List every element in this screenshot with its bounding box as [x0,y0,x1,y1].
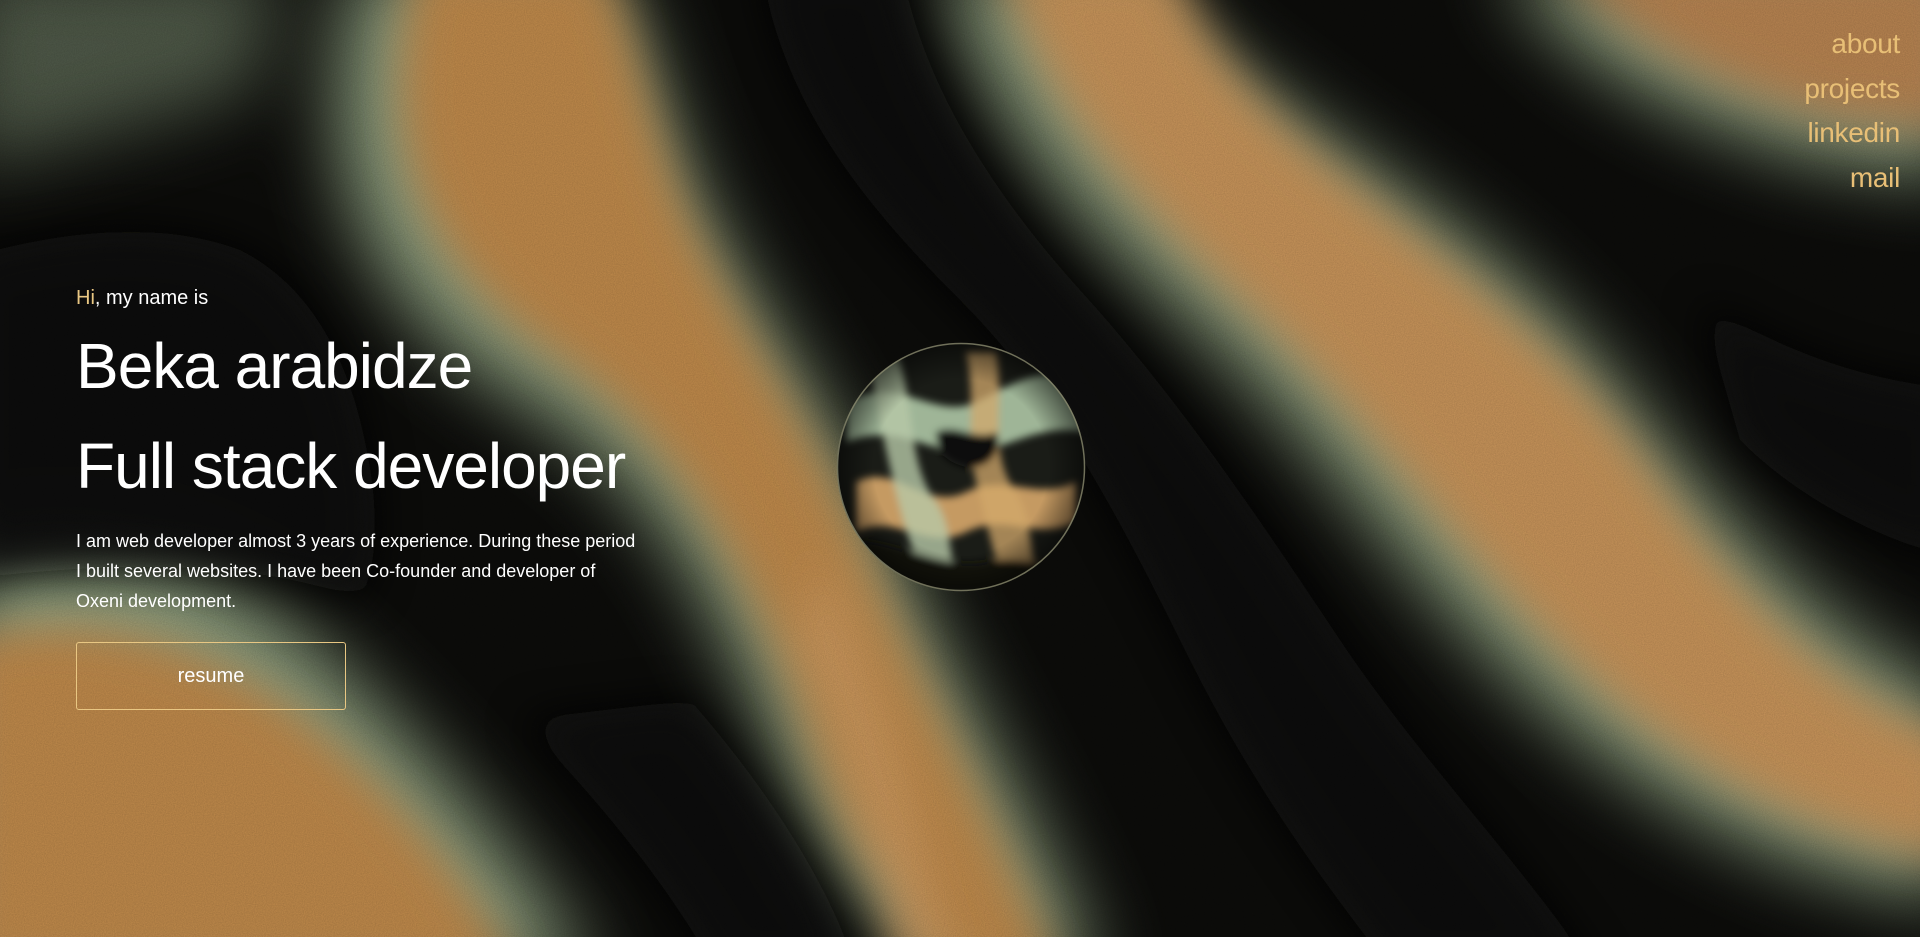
nav-mail-link[interactable]: mail [1804,156,1900,201]
greeting: Hi, my name is [76,280,726,316]
greeting-highlight: Hi [76,287,95,309]
sphere-icon [836,342,1086,592]
bio-line: I am web developer almost 3 years of exp… [76,531,636,551]
bio-paragraph: I am web developer almost 3 years of exp… [76,526,726,616]
bio-line: Oxeni development. [76,591,237,611]
nav-projects-link[interactable]: projects [1804,67,1900,112]
nav-linkedin-link[interactable]: linkedin [1804,111,1900,156]
greeting-text: , my name is [94,287,209,309]
resume-button[interactable]: resume [76,642,346,710]
bio-line: I built several websites. I have been Co… [76,561,596,581]
job-title: Full stack developer [76,430,626,502]
nav-about-link[interactable]: about [1804,22,1900,67]
glass-orb [836,342,1086,592]
hero-section: Hi, my name is Beka arabidze Full stack … [76,280,726,710]
person-name: Beka arabidze [76,330,473,402]
main-nav: about projects linkedin mail [1804,22,1900,200]
